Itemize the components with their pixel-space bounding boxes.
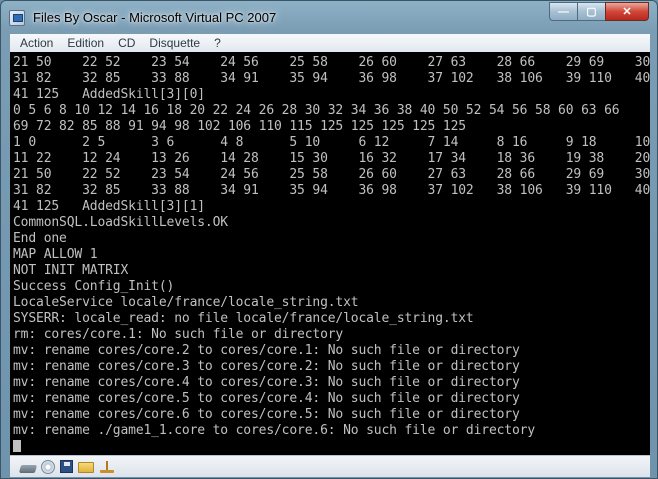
console-line: mv: rename cores/core.2 to cores/core.1:… [13, 343, 520, 358]
console-line: 1 0 2 5 3 6 4 8 5 10 6 12 7 14 8 16 9 18… [13, 135, 650, 150]
console-line: LocaleService locale/france/locale_strin… [13, 295, 359, 310]
console-line: mv: rename cores/core.4 to cores/core.3:… [13, 375, 520, 390]
console-line: 31 82 32 85 33 88 34 91 35 94 36 98 37 1… [13, 183, 650, 198]
maximize-icon: ▢ [586, 6, 597, 18]
console-line: SYSERR: locale_read: no file locale/fran… [13, 311, 474, 326]
menu-action[interactable]: Action [13, 34, 60, 52]
close-icon: ✕ [622, 6, 632, 18]
console-line: 41 125 AddedSkill[3][1] [13, 199, 205, 214]
menu-help[interactable]: ? [207, 34, 228, 52]
console-line: 31 82 32 85 33 88 34 91 35 94 36 98 37 1… [13, 71, 650, 86]
menu-cd[interactable]: CD [111, 34, 142, 52]
minimize-button[interactable]: — [549, 2, 577, 21]
floppy-icon[interactable] [60, 460, 73, 473]
text-cursor [13, 440, 21, 452]
console-line: 21 50 22 52 23 54 24 56 25 58 26 60 27 6… [13, 55, 650, 70]
console-line: MAP ALLOW 1 [13, 247, 98, 262]
console-line: 0 5 6 8 10 12 14 16 18 20 22 24 26 28 30… [13, 103, 620, 118]
console-line: rm: cores/core.1: No such file or direct… [13, 327, 344, 342]
console-line: 69 72 82 85 88 91 94 98 102 106 110 115 … [13, 119, 466, 134]
minimize-icon: — [558, 5, 569, 18]
console-line: mv: rename cores/core.3 to cores/core.2:… [13, 359, 520, 374]
cd-icon[interactable] [41, 459, 55, 474]
console-line: 41 125 AddedSkill[3][0] [13, 87, 205, 102]
title-bar[interactable]: Files By Oscar - Microsoft Virtual PC 20… [1, 1, 657, 34]
console-line: mv: rename cores/core.5 to cores/core.4:… [13, 391, 520, 406]
maximize-button[interactable]: ▢ [577, 2, 605, 21]
virtual-pc-app-icon[interactable] [9, 10, 25, 26]
console-line: mv: rename cores/core.6 to cores/core.5:… [13, 407, 520, 422]
console-line: CommonSQL.LoadSkillLevels.OK [13, 215, 228, 230]
console-line: mv: rename ./game1_1.core to cores/core.… [13, 423, 536, 438]
window-title: Files By Oscar - Microsoft Virtual PC 20… [33, 10, 277, 25]
menu-edition[interactable]: Edition [60, 34, 111, 52]
console-line: End one [13, 231, 67, 246]
network-icon[interactable] [99, 460, 115, 474]
menu-bar: Action Edition CD Disquette ? [10, 34, 650, 52]
menu-disquette[interactable]: Disquette [142, 34, 207, 52]
status-bar [10, 455, 650, 477]
console-line: NOT INIT MATRIX [13, 263, 129, 278]
guest-console-screen[interactable]: 21 50 22 52 23 54 24 56 25 58 26 60 27 6… [10, 52, 650, 455]
console-line: 21 50 22 52 23 54 24 56 25 58 26 60 27 6… [13, 167, 650, 182]
close-button[interactable]: ✕ [605, 2, 649, 21]
hdd-icon[interactable] [18, 464, 38, 473]
console-line: Success Config_Init() [13, 279, 175, 294]
caption-buttons: — ▢ ✕ [549, 2, 649, 21]
virtual-pc-window: Files By Oscar - Microsoft Virtual PC 20… [0, 0, 658, 479]
console-line: 11 22 12 24 13 26 14 28 15 30 16 32 17 3… [13, 151, 650, 166]
folder-icon[interactable] [78, 462, 94, 473]
